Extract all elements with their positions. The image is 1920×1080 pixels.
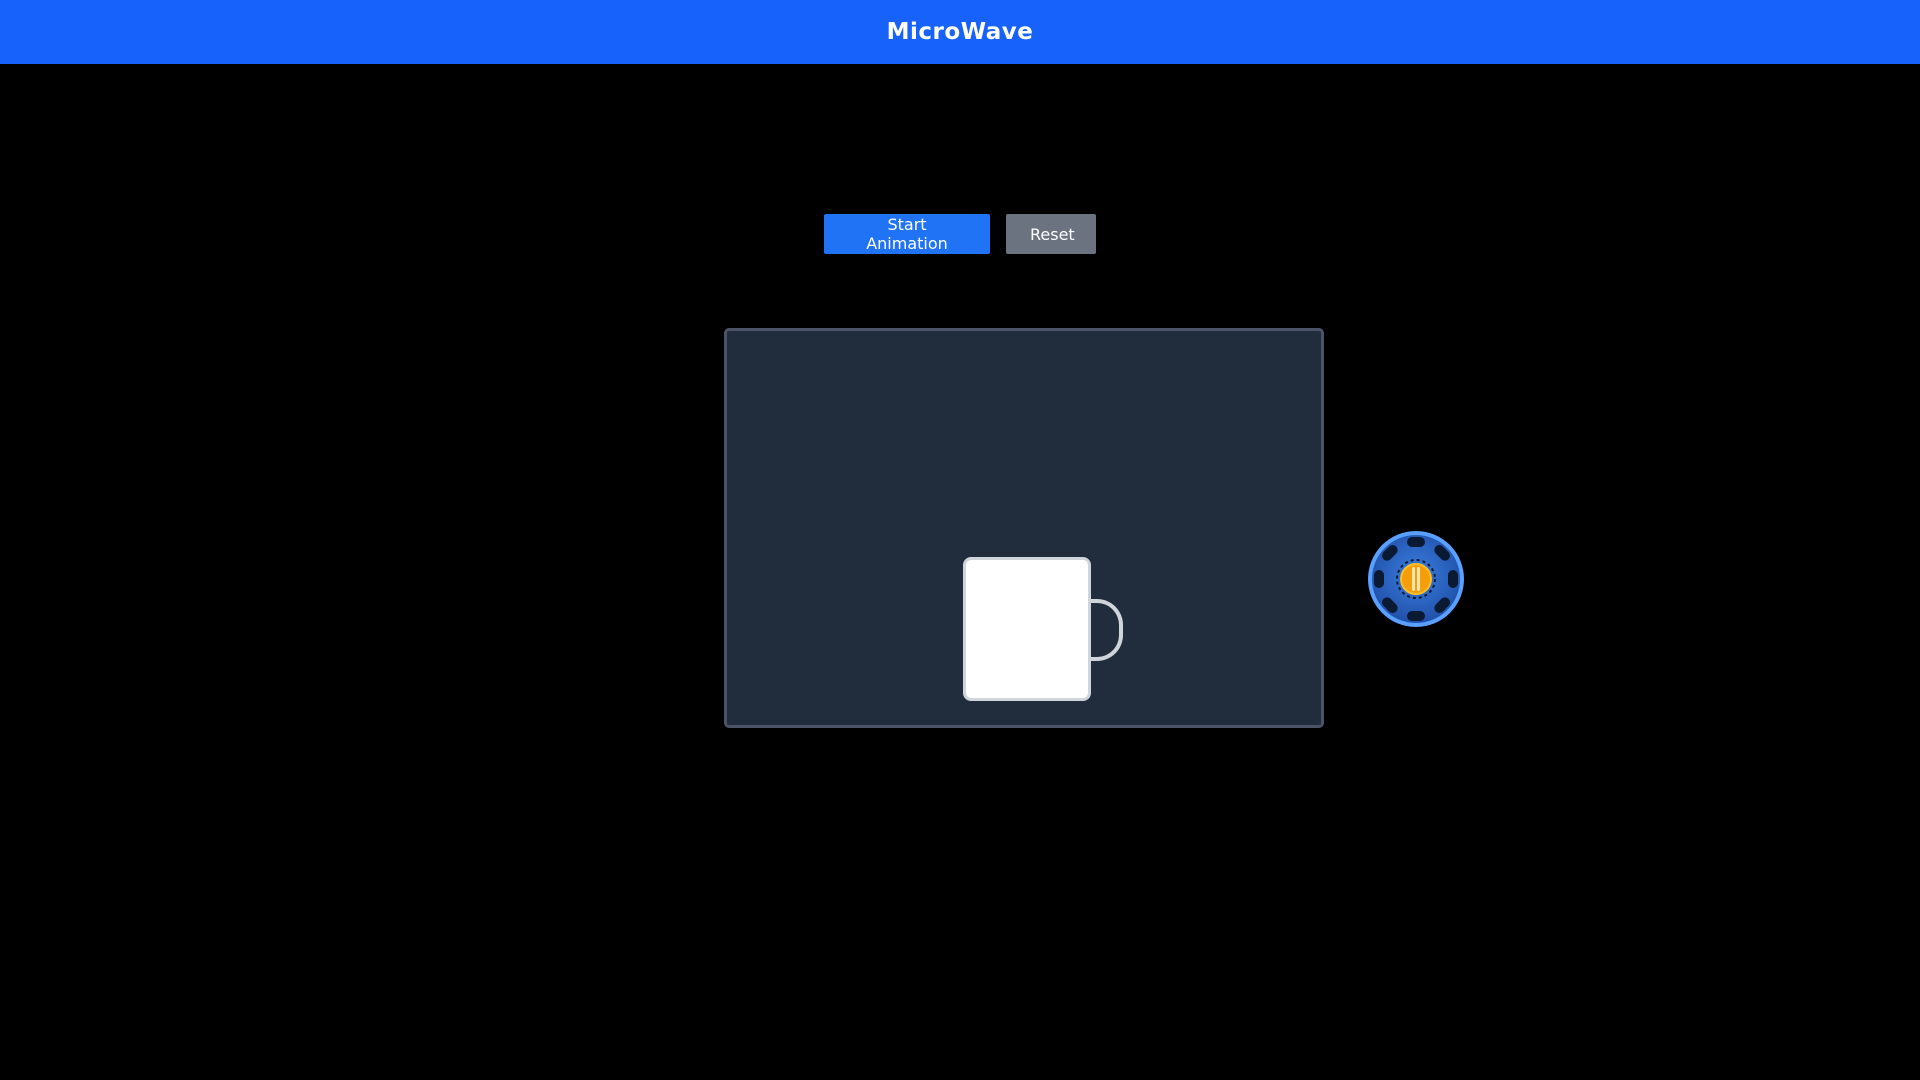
mug-body [963,557,1091,701]
microwave-chamber [724,328,1324,728]
controls-bar: Start Animation Reset [824,214,1096,254]
mug-handle [1089,599,1123,661]
app-header: MicroWave [0,0,1920,64]
start-animation-button[interactable]: Start Animation [824,214,990,254]
dial-icon [1368,531,1464,627]
app-title: MicroWave [886,19,1034,45]
reset-button[interactable]: Reset [1006,214,1096,254]
microwave-dial[interactable] [1367,530,1465,628]
